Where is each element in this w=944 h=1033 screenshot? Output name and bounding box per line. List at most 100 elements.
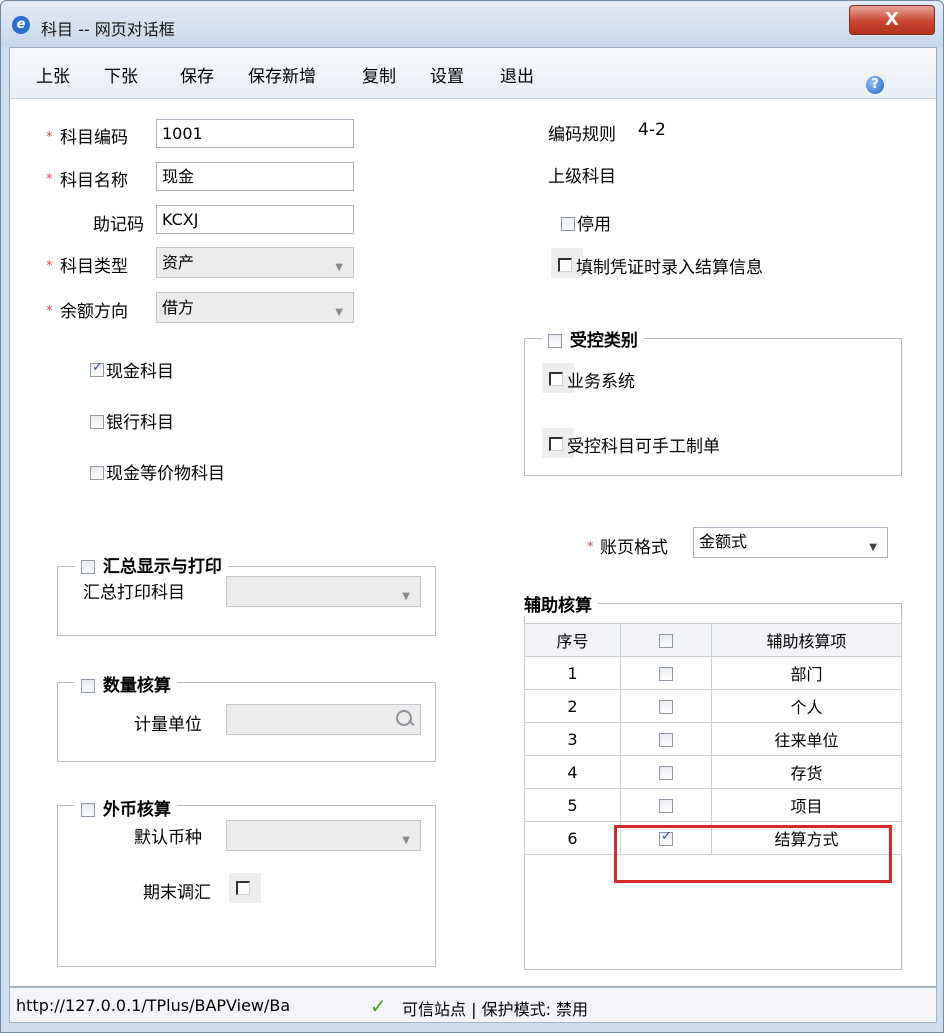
chevron-down-icon: ▼ — [869, 542, 877, 553]
status-bar: http://127.0.0.1/TPlus/BAPView/Ba ✓ 可信站点… — [9, 987, 937, 1023]
item-header: 辅助核算项 — [711, 623, 902, 657]
aux-table: 序号 辅助核算项 1 部门 2 个人 3 往来单位 4 存货 5 项目 6 ✓ … — [524, 623, 902, 855]
type-label: 科目类型 — [60, 257, 128, 277]
menu-exit[interactable]: 退出 — [500, 62, 534, 87]
balance-label: 余额方向 — [60, 302, 128, 322]
row-check-cell — [620, 788, 712, 822]
mnemonic-input[interactable]: KCXJ — [156, 205, 354, 234]
row-check-cell — [620, 755, 712, 789]
summary-checkbox[interactable] — [81, 560, 95, 574]
summary-title: 汇总显示与打印 — [102, 557, 222, 577]
status-zone: 可信站点 | 保护模式: 禁用 — [402, 1000, 589, 1019]
row-check-cell — [620, 656, 712, 690]
table-row[interactable]: 1 部门 — [524, 656, 902, 690]
controlled-checkbox[interactable] — [548, 334, 562, 348]
manual-voucher-checkbox[interactable] — [549, 437, 563, 451]
manual-voucher-label: 受控科目可手工制单 — [567, 437, 720, 457]
highlight-box — [614, 825, 892, 883]
row-check-cell — [620, 689, 712, 723]
table-row[interactable]: 3 往来单位 — [524, 722, 902, 756]
menu-settings[interactable]: 设置 — [430, 62, 464, 87]
quantity-checkbox[interactable] — [81, 679, 95, 693]
required-mark: * — [46, 304, 53, 319]
help-icon[interactable]: ? — [866, 76, 884, 94]
row-item: 往来单位 — [711, 722, 902, 756]
search-icon[interactable] — [396, 710, 412, 726]
summary-print-label: 汇总打印科目 — [83, 583, 185, 603]
close-button[interactable]: X — [849, 5, 935, 35]
cash-checkbox[interactable] — [90, 360, 104, 377]
table-row[interactable]: 4 存货 — [524, 755, 902, 789]
row-checkbox[interactable] — [659, 732, 673, 747]
chevron-down-icon: ▼ — [402, 835, 410, 846]
menu-save[interactable]: 保存 — [180, 62, 214, 87]
disabled-label: 停用 — [577, 215, 611, 235]
row-checkbox[interactable] — [659, 699, 673, 714]
row-item: 部门 — [711, 656, 902, 690]
business-system-checkbox[interactable] — [549, 372, 563, 386]
ledger-format-label: 账页格式 — [600, 538, 668, 558]
cash-equivalent-label: 现金等价物科目 — [106, 464, 225, 484]
business-system-label: 业务系统 — [567, 372, 635, 392]
summary-legend: 汇总显示与打印 — [75, 552, 228, 577]
row-item: 存货 — [711, 755, 902, 789]
seq-header: 序号 — [524, 623, 621, 657]
required-mark: * — [46, 259, 53, 274]
row-item: 项目 — [711, 788, 902, 822]
balance-select[interactable]: 借方 ▼ — [156, 292, 354, 323]
currency-label: 默认币种 — [134, 828, 202, 848]
required-mark: * — [46, 130, 53, 145]
chevron-down-icon: ▼ — [402, 591, 410, 602]
settle-input-label: 填制凭证时录入结算信息 — [576, 258, 763, 278]
ledger-format-select[interactable]: 金额式 ▼ — [693, 527, 888, 558]
aux-legend: 辅助核算 — [518, 591, 598, 616]
currency-select[interactable]: ▼ — [226, 820, 421, 851]
row-checkbox[interactable] — [659, 798, 673, 813]
ledger-format-value: 金额式 — [699, 532, 748, 551]
type-value: 资产 — [162, 253, 195, 272]
foreign-checkbox[interactable] — [81, 803, 95, 817]
row-check-cell — [620, 722, 712, 756]
cash-label: 现金科目 — [106, 362, 174, 382]
disabled-checkbox[interactable] — [561, 217, 575, 231]
dialog-content: 上张 下张 保存 保存新增 复制 设置 退出 ? * 科目编码 1001 * 科… — [9, 47, 937, 987]
row-checkbox[interactable] — [659, 666, 673, 681]
adjust-label: 期末调汇 — [143, 883, 211, 903]
title-bar: e 科目 -- 网页对话框 X — [1, 1, 943, 47]
code-rule-value: 4-2 — [638, 120, 666, 140]
menu-copy[interactable]: 复制 — [362, 62, 396, 87]
controlled-title: 受控类别 — [569, 331, 638, 351]
row-checkbox[interactable] — [659, 765, 673, 780]
parent-label: 上级科目 — [548, 167, 616, 187]
name-input[interactable]: 现金 — [156, 162, 354, 191]
controlled-legend: 受控类别 — [542, 326, 644, 351]
settle-input-checkbox[interactable] — [558, 258, 572, 272]
row-item: 个人 — [711, 689, 902, 723]
menu-save-new[interactable]: 保存新增 — [248, 62, 316, 87]
row-seq: 5 — [524, 788, 621, 822]
foreign-legend: 外币核算 — [75, 795, 177, 820]
dialog-window: e 科目 -- 网页对话框 X 上张 下张 保存 保存新增 复制 设置 退出 ?… — [0, 0, 944, 1033]
menu-next[interactable]: 下张 — [104, 62, 138, 87]
menu-prev[interactable]: 上张 — [36, 62, 70, 87]
type-select[interactable]: 资产 ▼ — [156, 247, 354, 278]
window-title: 科目 -- 网页对话框 — [41, 20, 175, 39]
summary-print-select[interactable]: ▼ — [226, 576, 421, 607]
row-seq: 6 — [524, 821, 621, 855]
unit-label: 计量单位 — [134, 715, 202, 735]
code-rule-label: 编码规则 — [548, 125, 616, 145]
row-seq: 4 — [524, 755, 621, 789]
code-input[interactable]: 1001 — [156, 119, 354, 148]
ie-icon: e — [12, 16, 30, 34]
cash-equivalent-checkbox[interactable] — [90, 466, 104, 480]
adjust-checkbox[interactable] — [236, 881, 250, 895]
row-seq: 2 — [524, 689, 621, 723]
table-row[interactable]: 5 项目 — [524, 788, 902, 822]
bank-checkbox[interactable] — [90, 415, 104, 429]
check-all-checkbox[interactable] — [659, 633, 673, 648]
name-label: 科目名称 — [60, 171, 128, 191]
row-seq: 3 — [524, 722, 621, 756]
unit-lookup[interactable] — [226, 704, 421, 735]
quantity-title: 数量核算 — [102, 676, 171, 696]
table-row[interactable]: 2 个人 — [524, 689, 902, 723]
